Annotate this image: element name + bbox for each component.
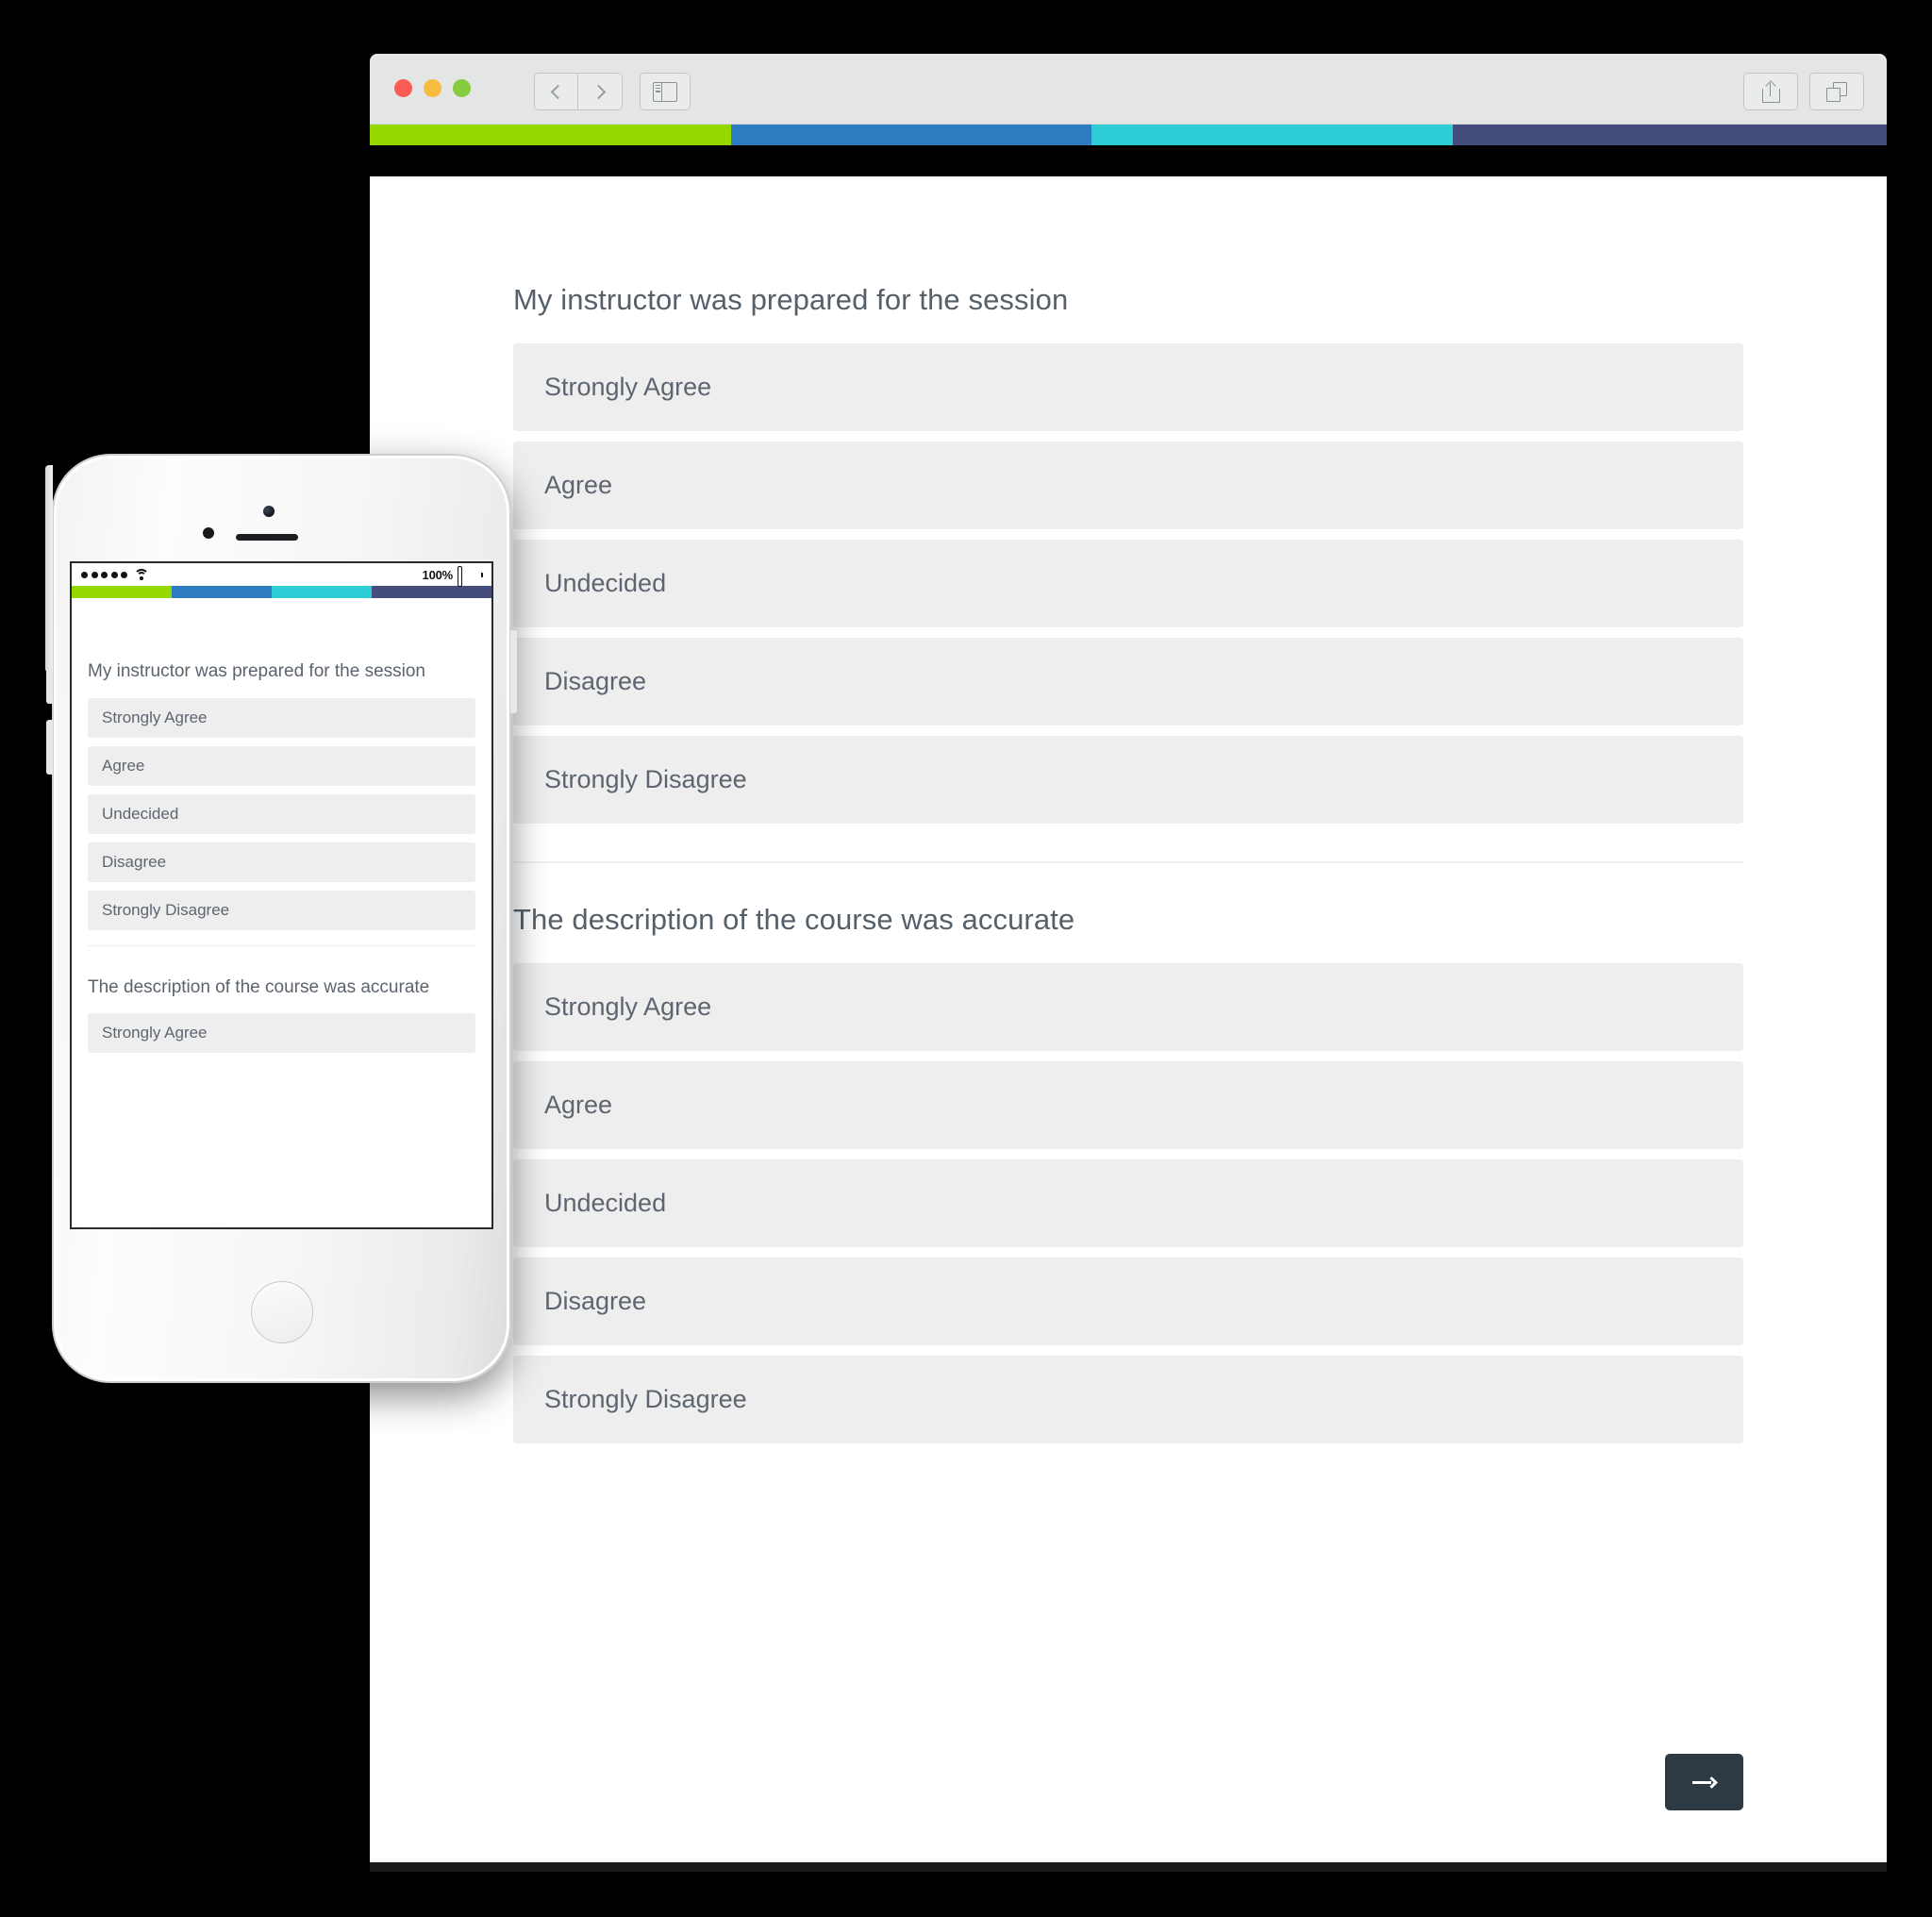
brand-color-bar — [370, 125, 1887, 145]
brand-bar-segment-teal — [271, 586, 372, 598]
battery-percent-label: 100% — [422, 567, 454, 582]
question-1-title: My instructor was prepared for the sessi… — [513, 283, 1069, 316]
navigation-buttons — [534, 73, 623, 110]
chevron-right-icon — [591, 84, 607, 99]
toolbar-right-group — [1743, 73, 1864, 110]
zoom-window-button[interactable] — [453, 79, 471, 97]
phone-status-bar: 100% — [72, 563, 491, 587]
minimize-window-button[interactable] — [424, 79, 441, 97]
battery-full-icon — [458, 566, 483, 587]
phone-device: 100% My instructor was prepared for the … — [45, 454, 517, 1383]
brand-bar-segment-blue — [730, 125, 1092, 145]
option-row[interactable]: Agree — [513, 442, 1743, 529]
list-item[interactable]: Strongly Disagree — [88, 890, 475, 930]
close-window-button[interactable] — [394, 79, 412, 97]
option-row[interactable]: Strongly Agree — [513, 963, 1743, 1051]
phone-silent-switch — [46, 597, 53, 627]
phone-volume-down-button — [46, 720, 53, 775]
sidebar-toggle-icon — [653, 81, 677, 102]
chevron-left-icon — [550, 84, 565, 99]
brand-bar-segment-green — [72, 586, 172, 598]
option-row[interactable]: Strongly Agree — [513, 343, 1743, 431]
question-1-options: Strongly Agree Agree Undecided Disagree … — [513, 343, 1743, 824]
list-item[interactable]: Strongly Agree — [88, 697, 475, 738]
show-tabs-icon — [1826, 81, 1847, 102]
phone-survey-content: My instructor was prepared for the sessi… — [72, 598, 491, 1227]
option-row[interactable]: Strongly Disagree — [513, 1356, 1743, 1443]
browser-window: My instructor was prepared for the sessi… — [370, 54, 1887, 1862]
list-item[interactable]: Agree — [88, 745, 475, 786]
next-page-button[interactable] — [1665, 1754, 1743, 1810]
option-row[interactable]: Strongly Disagree — [513, 736, 1743, 824]
brand-bar-segment-navy — [1453, 125, 1887, 145]
brand-bar-segment-teal — [1091, 125, 1454, 145]
phone-brand-color-bar — [72, 586, 491, 598]
wifi-icon — [134, 569, 149, 580]
question-2-options: Strongly Agree Agree Undecided Disagree … — [513, 963, 1743, 1443]
arrow-right-icon — [1691, 1775, 1718, 1789]
survey-question-1: My instructor was prepared for the sessi… — [513, 283, 1743, 824]
option-row[interactable]: Agree — [513, 1061, 1743, 1149]
window-traffic-lights — [394, 79, 471, 97]
status-right-group: 100% — [422, 566, 483, 587]
question-divider — [513, 861, 1743, 863]
list-item[interactable]: Undecided — [88, 793, 475, 834]
earpiece-speaker-icon — [236, 534, 298, 541]
option-row[interactable]: Undecided — [513, 540, 1743, 627]
forward-button[interactable] — [578, 73, 623, 110]
survey-content: My instructor was prepared for the sessi… — [370, 176, 1887, 1443]
option-row[interactable]: Undecided — [513, 1159, 1743, 1247]
share-button[interactable] — [1743, 73, 1798, 110]
status-left-group — [81, 569, 149, 580]
phone-question-1-title: My instructor was prepared for the sessi… — [88, 661, 425, 681]
phone-question-2-title: The description of the course was accura… — [88, 976, 430, 997]
proximity-sensor-icon — [203, 527, 214, 539]
front-camera-icon — [263, 506, 275, 517]
share-icon — [1761, 80, 1780, 103]
screenshot-stage: My instructor was prepared for the sessi… — [0, 0, 1932, 1917]
survey-question-2: The description of the course was accura… — [513, 903, 1743, 1443]
survey-page-body: My instructor was prepared for the sessi… — [370, 176, 1887, 1862]
sidebar-toggle-button[interactable] — [640, 73, 691, 110]
phone-volume-up-button — [46, 649, 53, 704]
brand-bar-segment-navy — [371, 586, 491, 598]
page-header-black-strip — [370, 145, 1887, 176]
back-button[interactable] — [534, 73, 578, 110]
phone-power-button — [510, 630, 517, 713]
phone-question-1-options: Strongly Agree Agree Undecided Disagree … — [88, 697, 475, 930]
option-row[interactable]: Disagree — [513, 638, 1743, 725]
browser-toolbar — [370, 54, 1887, 125]
question-2-title: The description of the course was accura… — [513, 903, 1075, 936]
brand-bar-segment-green — [370, 125, 731, 145]
brand-bar-segment-blue — [171, 586, 272, 598]
home-button-icon[interactable] — [250, 1281, 313, 1343]
cellular-signal-icon — [81, 571, 127, 578]
option-row[interactable]: Disagree — [513, 1258, 1743, 1345]
show-tabs-button[interactable] — [1809, 73, 1864, 110]
phone-screen: 100% My instructor was prepared for the … — [70, 561, 493, 1229]
list-item[interactable]: Disagree — [88, 842, 475, 882]
list-item[interactable]: Strongly Agree — [88, 1013, 475, 1054]
window-bottom-edge — [370, 1862, 1887, 1872]
phone-question-2-options: Strongly Agree — [88, 1013, 475, 1054]
